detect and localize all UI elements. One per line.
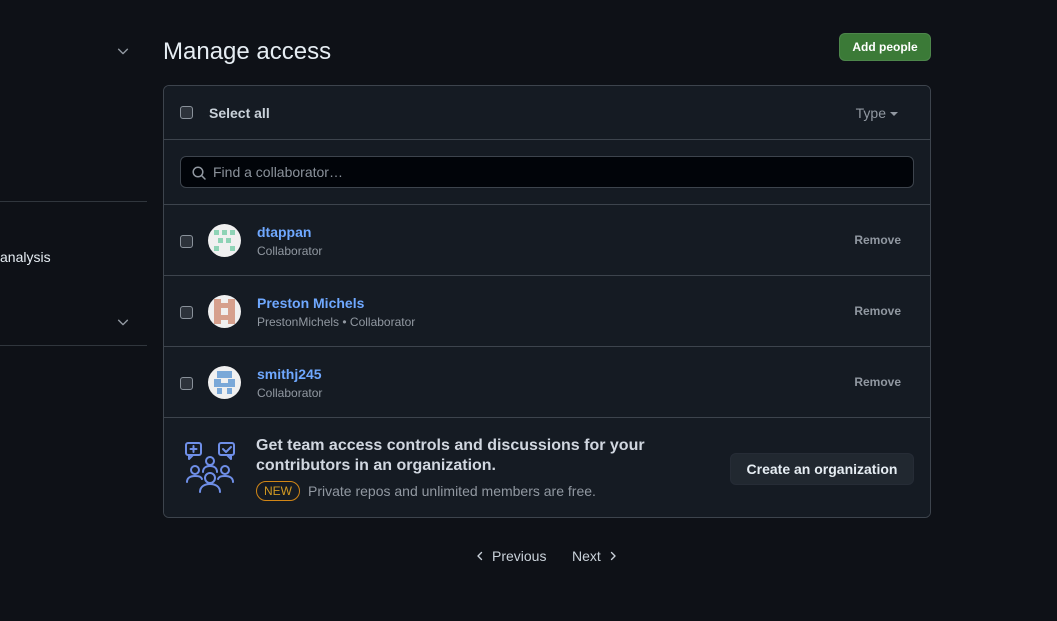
chevron-left-icon (477, 551, 483, 561)
previous-label: Previous (492, 548, 547, 564)
sidebar-divider (0, 201, 147, 202)
chevron-down-icon[interactable] (116, 44, 130, 58)
collaborator-checkbox[interactable] (180, 377, 193, 390)
list-header: Select all Type (164, 86, 930, 140)
pagination: Previous Next (0, 548, 1057, 568)
collaborator-name-link[interactable]: dtappan (257, 224, 311, 240)
collaborator-row: smithj245 Collaborator Remove (164, 347, 930, 418)
select-all-label: Select all (209, 105, 270, 121)
next-label: Next (572, 548, 601, 564)
upsell-title: Get team access controls and discussions… (256, 437, 645, 474)
collaborator-role: Collaborator (257, 244, 323, 258)
remove-collaborator-button[interactable]: Remove (854, 233, 901, 247)
avatar[interactable] (208, 366, 241, 399)
search-field (180, 156, 914, 188)
sidebar-item-analysis[interactable]: analysis (0, 249, 51, 265)
type-filter-label: Type (855, 105, 886, 121)
settings-sidebar: analysis (0, 0, 147, 621)
search-input[interactable] (213, 157, 903, 187)
collaborator-role: Collaborator (257, 386, 323, 400)
collaborator-role: PrestonMichels • Collaborator (257, 315, 416, 329)
avatar[interactable] (208, 224, 241, 257)
upsell-subtitle: Private repos and unlimited members are … (308, 483, 596, 499)
search-row (164, 140, 930, 205)
search-icon (192, 166, 206, 180)
organization-upsell: Get team access controls and discussions… (164, 418, 930, 517)
type-filter-dropdown[interactable]: Type (856, 105, 898, 121)
remove-collaborator-button[interactable]: Remove (854, 375, 901, 389)
chevron-down-icon[interactable] (116, 315, 130, 329)
select-all-checkbox[interactable] (180, 106, 193, 119)
collaborator-row: Preston Michels PrestonMichels • Collabo… (164, 276, 930, 347)
collaborator-row: dtappan Collaborator Remove (164, 205, 930, 276)
avatar[interactable] (208, 295, 241, 328)
previous-page-button[interactable]: Previous (474, 548, 546, 564)
collaborator-checkbox[interactable] (180, 306, 193, 319)
sidebar-divider (0, 345, 147, 346)
add-people-button[interactable]: Add people (839, 33, 931, 61)
caret-down-icon (890, 112, 898, 116)
create-organization-button[interactable]: Create an organization (730, 453, 914, 485)
collaborator-checkbox[interactable] (180, 235, 193, 248)
team-discussion-icon (185, 442, 235, 493)
remove-collaborator-button[interactable]: Remove (854, 304, 901, 318)
new-badge: NEW (256, 481, 300, 501)
next-page-button[interactable]: Next (572, 548, 619, 564)
page-title: Manage access (163, 38, 332, 65)
collaborator-name-link[interactable]: smithj245 (257, 366, 322, 382)
collaborators-box: Select all Type dtappan Collaborator Rem… (163, 85, 931, 518)
collaborator-name-link[interactable]: Preston Michels (257, 295, 364, 311)
chevron-right-icon (610, 551, 616, 561)
